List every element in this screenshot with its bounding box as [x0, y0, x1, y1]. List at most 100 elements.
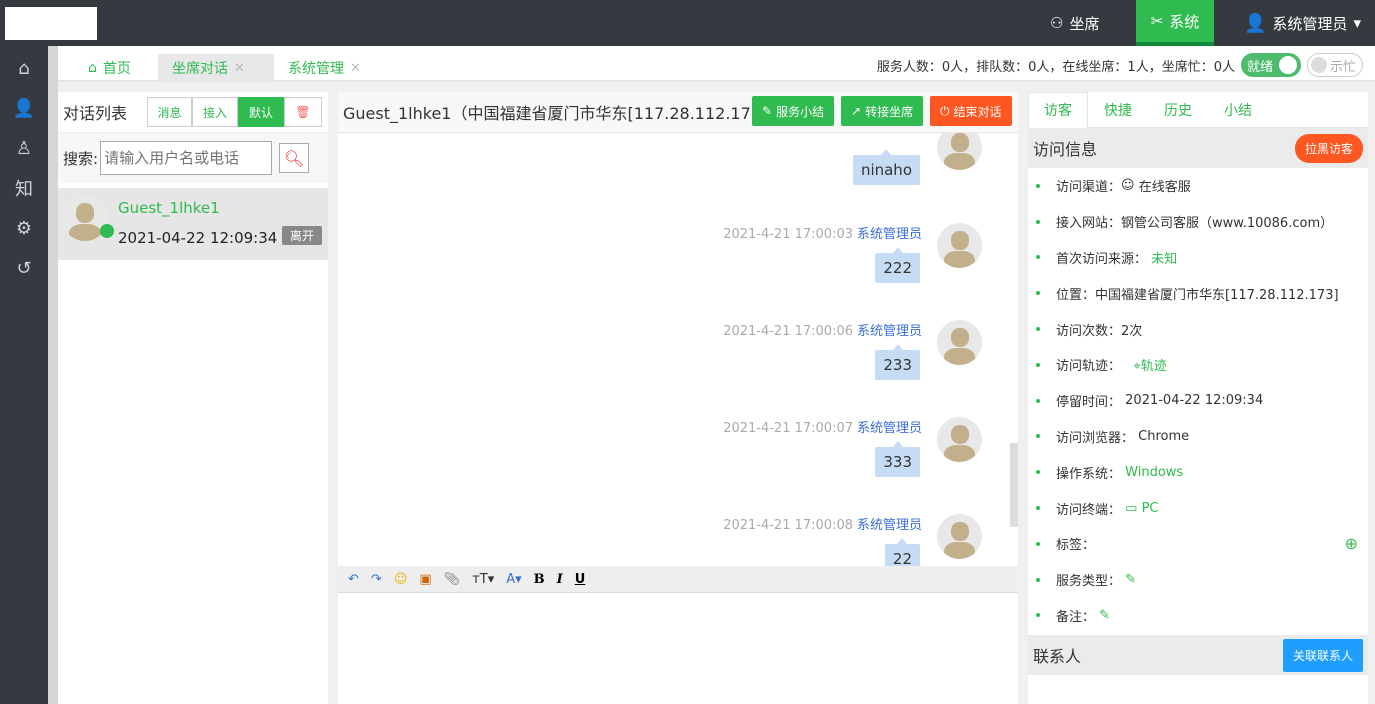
- knowledge-icon[interactable]: 知: [0, 168, 48, 208]
- message-time: 2021-4-21 17:00:07: [723, 421, 853, 436]
- tab-visitor[interactable]: 访客: [1028, 92, 1088, 128]
- home-icon[interactable]: ⌂: [0, 48, 48, 88]
- conversation-item[interactable]: Guest_1lhke1 2021-04-22 12:09:34 离开: [58, 188, 328, 260]
- panel-title: 对话列表: [63, 104, 128, 123]
- image-icon[interactable]: ▣: [419, 572, 431, 587]
- message-time: 2021-4-21 17:00:08: [723, 518, 853, 533]
- filter-accept[interactable]: 接入: [192, 97, 238, 127]
- underline-icon[interactable]: U: [575, 572, 586, 587]
- settings-icon[interactable]: ⚙: [0, 208, 48, 248]
- tab-shortcuts[interactable]: 快捷: [1088, 92, 1148, 127]
- undo-icon[interactable]: ↶: [348, 572, 359, 587]
- edit-icon[interactable]: ✎: [1099, 608, 1110, 623]
- visit-time: 2021-04-22 12:09:34: [118, 229, 278, 247]
- search-button[interactable]: 🔍︎: [279, 143, 310, 173]
- tab-summary[interactable]: 小结: [1208, 92, 1268, 127]
- message-bubble: 22: [884, 538, 920, 566]
- nav-system[interactable]: ✂ 系统: [1136, 0, 1214, 46]
- chat-icon: ☺: [1121, 178, 1135, 194]
- chat-panel: Guest_1lhke1（中国福建省厦门市华东[117.28.112.173]）…: [338, 92, 1018, 704]
- info-os: 操作系统： Windows: [1036, 454, 1360, 490]
- top-bar: ⚇ 坐席 ✂ 系统 👤 系统管理员 ▾: [0, 0, 1375, 46]
- message-time: 2021-4-21 17:00:03: [723, 227, 853, 242]
- status-badge: 离开: [282, 226, 323, 245]
- tab-agent-chat[interactable]: 坐席对话 ✕: [158, 54, 274, 82]
- message-bubble: 333: [875, 441, 920, 477]
- trash-icon[interactable]: 🗑: [284, 97, 322, 127]
- info-channel: 访问渠道： ☺ 在线客服: [1036, 168, 1360, 204]
- ready-toggle[interactable]: 就绪: [1240, 53, 1301, 77]
- message-sender: 系统管理员: [856, 227, 922, 242]
- sidebar: ⌂ 👤 ♙ 知 ⚙ ↺: [0, 46, 48, 704]
- end-chat-button[interactable]: ⏻ 结束对话: [930, 96, 1012, 126]
- filter-messages[interactable]: 消息: [147, 97, 192, 127]
- caret-down-icon: ▾: [1353, 14, 1361, 32]
- track-link[interactable]: ⌖轨迹: [1133, 355, 1166, 374]
- add-tag-icon[interactable]: ⊕: [1345, 534, 1358, 553]
- transfer-icon: ↗: [851, 104, 862, 118]
- info-duration: 停留时间： 2021-04-22 12:09:34: [1036, 383, 1360, 419]
- nav-agent[interactable]: ⚇ 坐席: [1038, 0, 1111, 46]
- message: 2021-4-21 17:00:03 系统管理员 222: [600, 223, 1000, 313]
- conversation-list-panel: 对话列表 消息 接入 默认 🗑 搜索: 🔍︎ Guest_1lhke1 2021…: [58, 92, 328, 704]
- power-icon: ⏻: [940, 103, 950, 118]
- info-website: 接入网站： 钢管公司客服（www.10086.com）: [1036, 204, 1360, 240]
- info-track: 访问轨迹： ⌖轨迹: [1036, 347, 1360, 383]
- info-visit-count: 访问次数： 2次: [1036, 311, 1360, 347]
- tab-history[interactable]: 历史: [1148, 92, 1208, 127]
- message-time: 2021-4-21 17:00:06: [723, 324, 853, 339]
- message-sender: 系统管理员: [856, 324, 922, 339]
- visitor-panel: 访客 快捷 历史 小结 访问信息 拉黑访客 访问渠道： ☺ 在线客服 接入网站：钢…: [1028, 92, 1368, 704]
- font-color-icon[interactable]: A▾: [506, 572, 521, 587]
- italic-icon[interactable]: I: [557, 572, 563, 587]
- close-icon[interactable]: ✕: [350, 61, 361, 76]
- attachment-icon[interactable]: 📎︎: [444, 572, 461, 587]
- search-input[interactable]: [100, 141, 273, 175]
- bold-icon[interactable]: B: [534, 572, 545, 587]
- message-sender: 系统管理员: [856, 421, 922, 436]
- contacts-icon[interactable]: ♙: [0, 128, 48, 168]
- user-menu[interactable]: 👤 系统管理员 ▾: [1232, 0, 1373, 46]
- redo-icon[interactable]: ↷: [371, 572, 382, 587]
- font-size-icon[interactable]: ᴛT▾: [472, 572, 494, 587]
- emoji-icon[interactable]: ☺: [394, 572, 408, 587]
- user-icon[interactable]: 👤: [0, 88, 48, 128]
- section-title: 联系人: [1033, 647, 1082, 667]
- blacklist-button[interactable]: 拉黑访客: [1294, 133, 1363, 163]
- info-browser: 访问浏览器： Chrome: [1036, 419, 1360, 455]
- info-service-type: 服务类型： ✎: [1036, 562, 1360, 598]
- service-summary-button[interactable]: ✎ 服务小结: [752, 96, 835, 126]
- avatar: [937, 223, 982, 268]
- close-icon[interactable]: ✕: [234, 61, 245, 76]
- message: 2021-4-21 17:00:07 系统管理员 333: [600, 417, 1000, 507]
- filter-default[interactable]: 默认: [238, 97, 284, 127]
- info-location: 位置： 中国福建省厦门市华东[117.28.112.173]: [1036, 275, 1360, 311]
- avatar: [937, 320, 982, 365]
- edit-icon[interactable]: ✎: [1125, 572, 1136, 587]
- history-icon[interactable]: ↺: [0, 248, 48, 288]
- transfer-button[interactable]: ↗ 转接坐席: [841, 96, 924, 126]
- scrollbar[interactable]: [1010, 443, 1018, 527]
- tools-icon: ✂: [1150, 12, 1164, 30]
- busy-toggle[interactable]: 示忙: [1306, 53, 1363, 77]
- service-stats: 服务人数：0人，排队数：0人，在线坐席：1人，坐席忙：0人: [876, 59, 1235, 75]
- message: 2021-4-21 17:00:06 系统管理员 233: [600, 320, 1000, 410]
- tab-home[interactable]: ⌂ 首页: [74, 54, 145, 82]
- message-list: ninaho 2021-4-21 17:00:03 系统管理员 222 2021-4…: [338, 133, 1018, 566]
- link-contact-button[interactable]: 关联联系人: [1282, 638, 1363, 672]
- tab-system-management[interactable]: 系统管理 ✕: [274, 54, 375, 82]
- search-label: 搜索:: [63, 149, 99, 168]
- info-remark: 备注： ✎: [1036, 598, 1360, 634]
- info-tags: 标签： ⊕: [1036, 526, 1360, 562]
- message-input[interactable]: [338, 592, 1018, 704]
- summary-icon: ✎: [762, 104, 773, 118]
- chat-title: Guest_1lhke1（中国福建省厦门市华东[117.28.112.173]）: [343, 104, 784, 123]
- info-source: 首次访问来源： 未知: [1036, 240, 1360, 276]
- sidebar-divider: [48, 46, 58, 704]
- message: ninaho: [600, 133, 1000, 215]
- message-sender: 系统管理员: [856, 518, 922, 533]
- avatar: [937, 417, 982, 462]
- section-title: 访问信息: [1033, 140, 1098, 159]
- visitor-name: Guest_1lhke1: [118, 199, 220, 217]
- message-bubble: ninaho: [852, 149, 920, 185]
